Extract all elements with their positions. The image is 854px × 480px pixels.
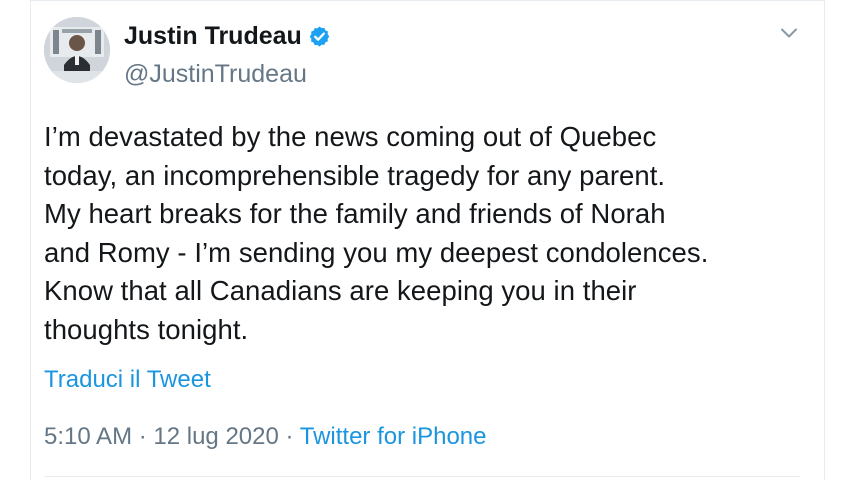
avatar-image xyxy=(44,17,110,83)
tweet-text-line: Know that all Canadians are keeping you … xyxy=(44,275,637,306)
chevron-down-icon[interactable] xyxy=(778,22,800,44)
author-handle[interactable]: @JustinTrudeau xyxy=(124,60,307,89)
divider xyxy=(44,476,800,477)
tweet-meta: 5:10 AM · 12 lug 2020 · Twitter for iPho… xyxy=(44,423,487,451)
meta-separator: · xyxy=(132,423,154,450)
tweet-text-line: thoughts tonight. xyxy=(44,313,249,345)
translate-tweet-link[interactable]: Traduci il Tweet xyxy=(44,366,211,394)
tweet-text: I’m devastated by the news coming out of… xyxy=(44,118,814,349)
verified-badge-icon xyxy=(309,26,330,47)
tweet-page: Justin Trudeau @JustinTrudeau I’m devast… xyxy=(0,0,854,480)
tweet-text-line: I’m devastated by the news coming out of… xyxy=(44,121,657,152)
tweet-text-line: My heart breaks for the family and frien… xyxy=(44,198,666,229)
tweet-text-line: and Romy - I’m sending you my deepest co… xyxy=(44,236,709,268)
tweet-source-link[interactable]: Twitter for iPhone xyxy=(300,423,487,450)
meta-separator: · xyxy=(278,423,300,450)
author-name[interactable]: Justin Trudeau xyxy=(124,22,331,51)
tweet-text-line: today, an incomprehensible tragedy for a… xyxy=(44,159,666,191)
author-name-text[interactable]: Justin Trudeau xyxy=(124,22,302,51)
avatar[interactable] xyxy=(44,17,110,83)
tweet-time[interactable]: 5:10 AM xyxy=(44,423,132,450)
tweet-date[interactable]: 12 lug 2020 xyxy=(153,423,278,450)
